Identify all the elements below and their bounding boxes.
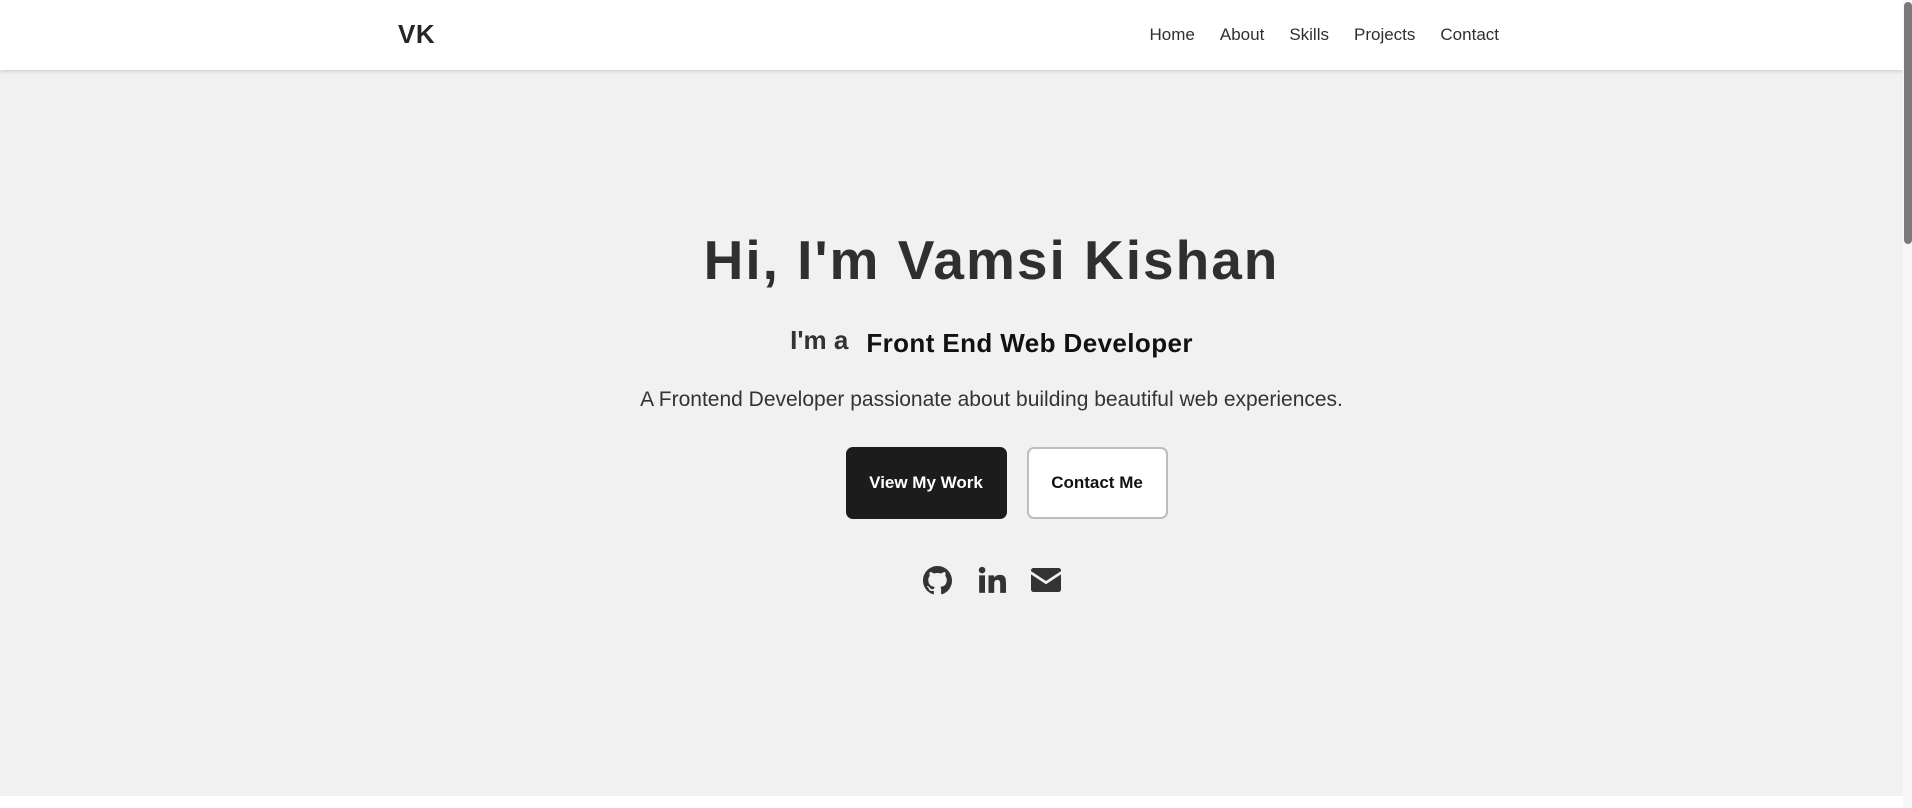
typed-role: Front End Web Developer [866,328,1193,358]
page-bottom-strip [0,796,1903,808]
site-header: VK Home About Skills Projects Contact [0,0,1903,70]
hero-title: Hi, I'm Vamsi Kishan [703,229,1280,291]
portfolio-page: VK Home About Skills Projects Contact Hi… [0,0,1912,808]
main-nav: Home About Skills Projects Contact [1150,25,1499,45]
nav-home[interactable]: Home [1150,25,1195,45]
hero-section: Hi, I'm Vamsi Kishan I'm a Front End Web… [0,70,1903,796]
envelope-icon[interactable] [1030,565,1061,595]
view-my-work-button[interactable]: View My Work [845,447,1007,519]
logo[interactable]: VK [398,19,435,50]
hero-role-line: I'm a Front End Web Developer [0,325,1912,359]
role-prefix: I'm a [790,325,849,355]
nav-skills[interactable]: Skills [1289,25,1329,45]
nav-projects[interactable]: Projects [1354,25,1415,45]
nav-contact[interactable]: Contact [1440,25,1499,45]
github-icon[interactable] [923,565,953,595]
vertical-scrollbar[interactable] [1903,0,1912,808]
scrollbar-thumb[interactable] [1904,2,1912,244]
hero-subtitle: A Frontend Developer passionate about bu… [640,388,1343,411]
social-links [0,565,1912,595]
contact-me-button[interactable]: Contact Me [1026,447,1168,519]
linkedin-icon[interactable] [977,565,1007,595]
nav-about[interactable]: About [1220,25,1264,45]
hero-buttons: View My Work Contact Me [0,447,1912,519]
